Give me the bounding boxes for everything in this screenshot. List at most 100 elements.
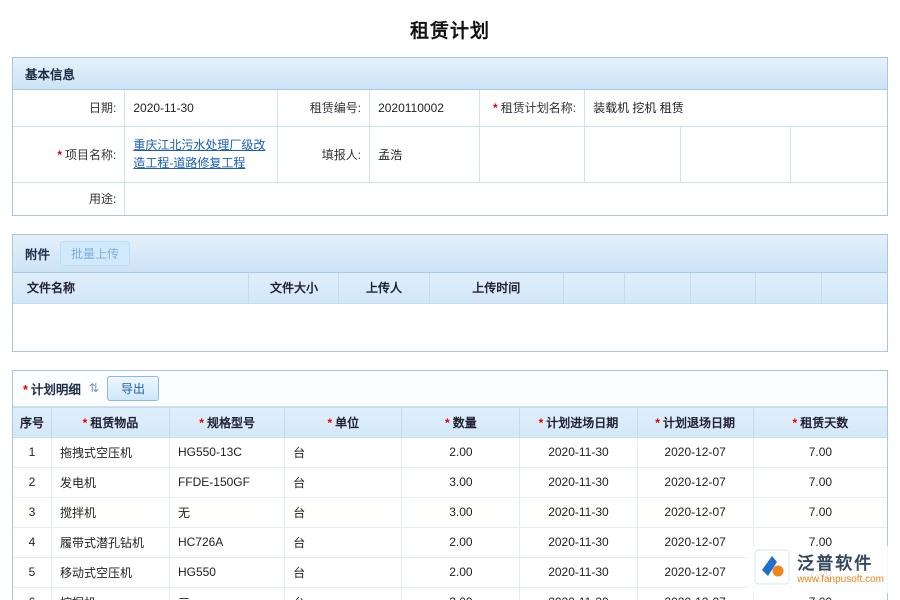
- cell-unit: 台: [285, 437, 402, 467]
- cell-spec-model: HG550: [169, 557, 284, 587]
- cell-rent-item: 搅拌机: [51, 497, 169, 527]
- cell-quantity: 3.00: [402, 467, 520, 497]
- watermark-url: www.fanpusoft.com: [797, 574, 884, 586]
- plan-detail-toolbar: *计划明细 ⇅ 导出: [13, 371, 887, 407]
- cell-index: 1: [13, 437, 51, 467]
- cell-quantity: 3.00: [402, 497, 520, 527]
- required-asterisk: *: [199, 416, 204, 430]
- watermark-text: 泛普软件 www.fanpusoft.com: [797, 554, 884, 585]
- basic-info-panel: 基本信息 日期: 2020-11-30 租赁编号: 2020110002 *租赁…: [12, 57, 888, 216]
- required-asterisk: *: [57, 148, 62, 162]
- table-row[interactable]: 2 发电机 FFDE-150GF 台 3.00 2020-11-30 2020-…: [13, 467, 887, 497]
- cell-exit-date: 2020-12-07: [637, 527, 753, 557]
- basic-info-form: 日期: 2020-11-30 租赁编号: 2020110002 *租赁计划名称:…: [13, 90, 887, 215]
- col-header-rent-item: *租赁物品: [51, 407, 169, 437]
- empty-cell: [681, 126, 791, 182]
- page: 租赁计划 基本信息 日期: 2020-11-30 租赁编号: 202011000…: [0, 0, 900, 600]
- cell-spec-model: FFDE-150GF: [169, 467, 284, 497]
- required-asterisk: *: [445, 416, 450, 430]
- required-asterisk: *: [23, 383, 28, 397]
- project-link[interactable]: 重庆江北污水处理厂级改造工程-道路修复工程: [133, 138, 265, 170]
- cell-quantity: 2.00: [402, 437, 520, 467]
- page-title: 租赁计划: [12, 10, 888, 57]
- cell-spec-model: 无: [169, 497, 284, 527]
- cell-unit: 台: [285, 587, 402, 600]
- cell-unit: 台: [285, 527, 402, 557]
- cell-spec-model: HG550-13C: [169, 437, 284, 467]
- basic-info-header: 基本信息: [13, 58, 887, 90]
- cell-rent-item: 移动式空压机: [51, 557, 169, 587]
- cell-rent-item: 履带式潜孔钻机: [51, 527, 169, 557]
- col-header-index: 序号: [13, 407, 51, 437]
- att-col-filesize: 文件大小: [249, 273, 339, 303]
- batch-upload-button[interactable]: 批量上传: [60, 241, 130, 266]
- att-col-filename: 文件名称: [13, 273, 249, 303]
- watermark-brand: 泛普软件: [797, 554, 884, 574]
- reporter-label: 填报人:: [278, 126, 370, 182]
- attachments-panel: 附件 批量上传 文件名称 文件大小 上传人 上传时间: [12, 234, 888, 352]
- attachments-header: 附件 批量上传: [13, 235, 887, 273]
- cell-entry-date: 2020-11-30: [520, 497, 637, 527]
- empty-cell: [480, 126, 585, 182]
- reporter-value: 孟浩: [370, 126, 480, 182]
- col-header-unit: *单位: [285, 407, 402, 437]
- required-asterisk: *: [83, 416, 88, 430]
- cell-spec-model: 三一: [169, 587, 284, 600]
- att-col-uploadtime: 上传时间: [429, 273, 564, 303]
- cell-quantity: 3.00: [402, 587, 520, 600]
- att-col-empty: [690, 273, 756, 303]
- rental-no-value: 2020110002: [370, 90, 480, 126]
- required-asterisk: *: [793, 416, 798, 430]
- cell-index: 6: [13, 587, 51, 600]
- cell-exit-date: 2020-12-07: [637, 467, 753, 497]
- watermark: 泛普软件 www.fanpusoft.com: [748, 546, 890, 593]
- cell-entry-date: 2020-11-30: [520, 437, 637, 467]
- required-asterisk: *: [655, 416, 660, 430]
- cell-spec-model: HC726A: [169, 527, 284, 557]
- export-button[interactable]: 导出: [107, 376, 159, 401]
- col-header-exit-date: *计划退场日期: [637, 407, 753, 437]
- purpose-label: 用途:: [13, 182, 125, 215]
- cell-entry-date: 2020-11-30: [520, 587, 637, 600]
- cell-unit: 台: [285, 467, 402, 497]
- att-col-uploader: 上传人: [339, 273, 429, 303]
- cell-quantity: 2.00: [402, 557, 520, 587]
- cell-index: 2: [13, 467, 51, 497]
- plan-detail-title: 计划明细: [31, 383, 81, 397]
- rental-no-label: 租赁编号:: [278, 90, 370, 126]
- plan-name-value: 装载机 挖机 租赁: [585, 90, 887, 126]
- att-col-empty: [625, 273, 691, 303]
- cell-unit: 台: [285, 497, 402, 527]
- cell-exit-date: 2020-12-07: [637, 587, 753, 600]
- plan-name-label: *租赁计划名称:: [480, 90, 585, 126]
- att-col-empty: [821, 273, 887, 303]
- date-value: 2020-11-30: [125, 90, 278, 126]
- cell-rent-item: 发电机: [51, 467, 169, 497]
- cell-index: 4: [13, 527, 51, 557]
- att-col-empty: [564, 273, 625, 303]
- empty-cell: [791, 126, 887, 182]
- cell-unit: 台: [285, 557, 402, 587]
- cell-exit-date: 2020-12-07: [637, 437, 753, 467]
- attachments-empty-body: [13, 304, 887, 351]
- attachments-table: 文件名称 文件大小 上传人 上传时间: [13, 273, 887, 304]
- cell-rent-item: 挖掘机: [51, 587, 169, 600]
- cell-rent-days: 7.00: [753, 437, 887, 467]
- cell-entry-date: 2020-11-30: [520, 467, 637, 497]
- table-row[interactable]: 3 搅拌机 无 台 3.00 2020-11-30 2020-12-07 7.0…: [13, 497, 887, 527]
- attachments-title: 附件: [25, 244, 50, 263]
- cell-quantity: 2.00: [402, 527, 520, 557]
- cell-rent-days: 7.00: [753, 497, 887, 527]
- project-label: *项目名称:: [13, 126, 125, 182]
- purpose-value: [125, 182, 887, 215]
- cell-rent-days: 7.00: [753, 467, 887, 497]
- table-row[interactable]: 1 拖拽式空压机 HG550-13C 台 2.00 2020-11-30 202…: [13, 437, 887, 467]
- cell-entry-date: 2020-11-30: [520, 557, 637, 587]
- empty-cell: [585, 126, 681, 182]
- col-header-quantity: *数量: [402, 407, 520, 437]
- basic-info-title: 基本信息: [25, 64, 75, 83]
- required-asterisk: *: [328, 416, 333, 430]
- sort-icon[interactable]: ⇅: [89, 381, 99, 395]
- cell-exit-date: 2020-12-07: [637, 497, 753, 527]
- fanpu-logo-icon: [754, 549, 790, 590]
